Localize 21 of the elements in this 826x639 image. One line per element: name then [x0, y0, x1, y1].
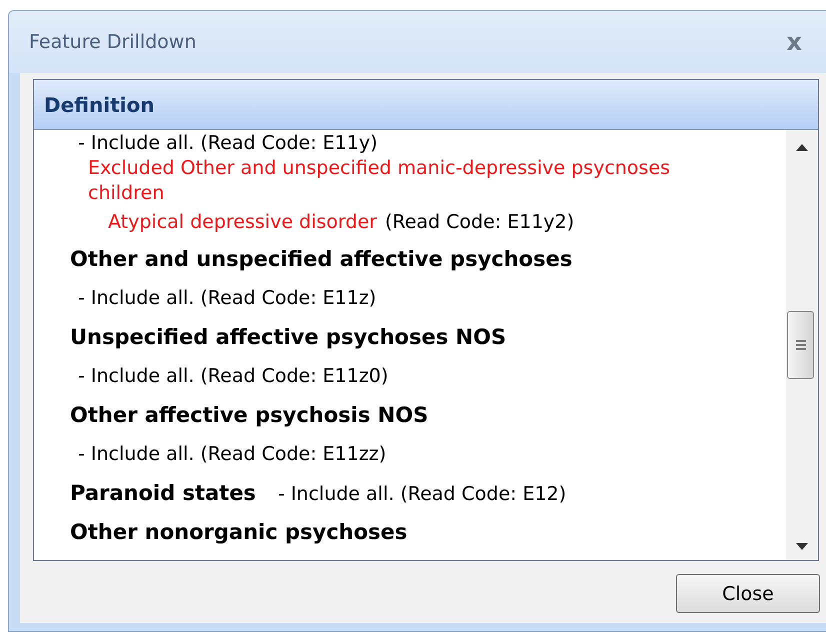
close-button[interactable]: Close	[676, 574, 820, 613]
term-heading: Other nonorganic psychoses	[70, 520, 408, 544]
excluded-item: Atypical depressive disorder	[108, 211, 377, 233]
term-heading: Other and unspecified affective psychoses	[70, 247, 572, 271]
read-code: (Read Code: E11y2)	[384, 211, 574, 233]
term-heading: Other affective psychosis NOS	[70, 403, 428, 427]
include-text: - Include all. (Read Code: E11z)	[78, 287, 376, 309]
window-title: Feature Drilldown	[29, 31, 196, 53]
include-text: - Include all. (Read Code: E11y)	[78, 132, 378, 154]
include-text: - Include all. (Read Code: E11zz)	[78, 443, 386, 465]
scrollbar[interactable]	[786, 130, 818, 560]
scroll-thumb[interactable]	[787, 311, 814, 379]
panel-title: Definition	[44, 92, 154, 116]
scroll-up-icon[interactable]	[796, 144, 808, 151]
term-heading: Unspecified affective psychoses NOS	[70, 325, 506, 349]
include-text: - Include all. (Read Code: E11z0)	[78, 365, 388, 387]
include-text: - Include all. (Read Code: E12)	[278, 483, 566, 505]
term-heading: Paranoid states	[70, 481, 256, 505]
scroll-down-icon[interactable]	[796, 543, 808, 550]
excluded-text: Excluded Other and unspecified manic-depressive psycnoses children	[88, 157, 670, 204]
grip-icon	[794, 340, 806, 350]
